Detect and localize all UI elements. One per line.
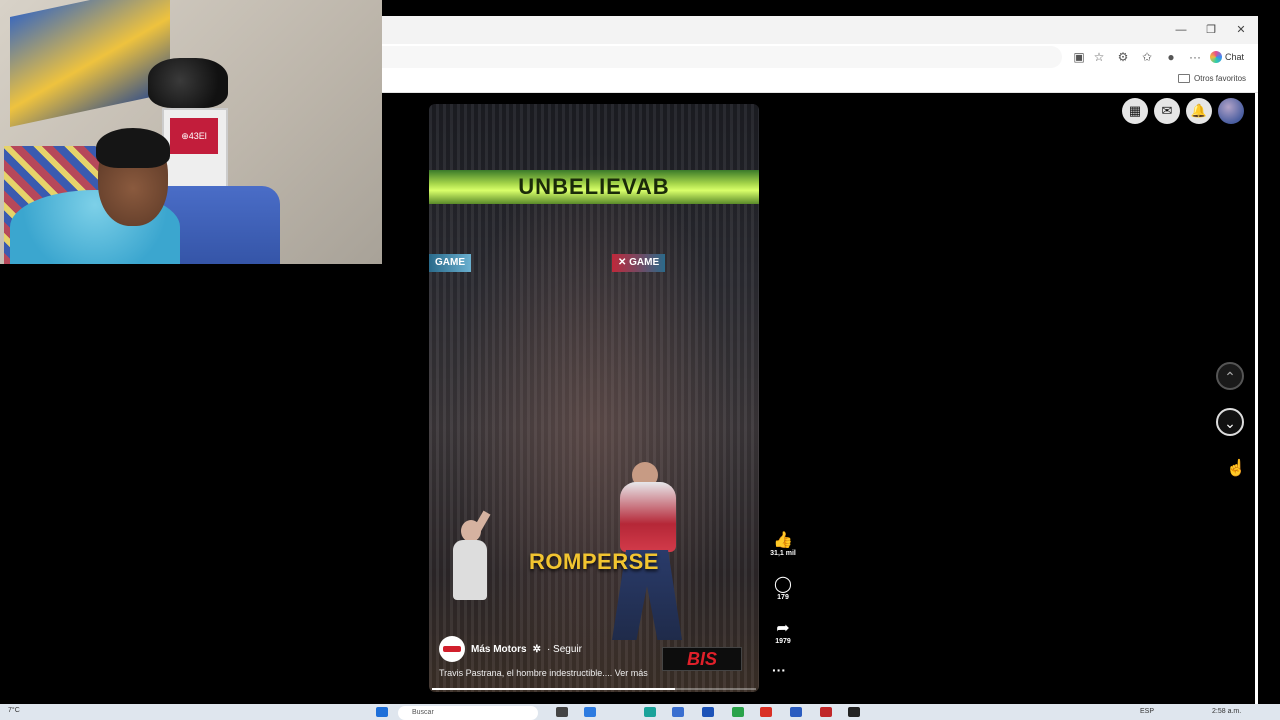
webcam-redbox: ⊕43El [170,118,218,154]
app-icon-7[interactable] [848,707,860,717]
description-text: Travis Pastrana, el hombre indestructibl… [439,668,613,678]
share-count: 1979 [775,638,791,645]
address-input[interactable] [382,46,1062,68]
like-button[interactable]: 👍 31,1 mil [768,532,798,557]
share-button[interactable]: ➦ 1979 [768,620,798,645]
webcam-helmet [148,58,228,108]
app-view-icon[interactable]: ▣ [1070,48,1088,66]
webcam-person-hair [96,128,170,168]
title-bar [382,16,1258,45]
edge-icon[interactable] [644,707,656,717]
profile-avatar[interactable] [1218,98,1244,124]
video-progress-fill [432,688,675,690]
see-more-link[interactable]: Ver más [615,668,648,678]
folder-icon [1178,74,1190,83]
reel-description: Travis Pastrana, el hombre indestructibl… [439,668,648,678]
thumbs-up-icon: 👍 [773,532,793,549]
arena-banner: UNBELIEVAB [429,170,759,204]
video-progress-bar[interactable] [432,688,756,690]
maximize-button[interactable]: ❐ [1196,16,1226,44]
profile-icon[interactable]: ● [1162,48,1180,66]
author-avatar[interactable] [439,636,465,662]
menu-grid-icon[interactable]: ▦ [1122,98,1148,124]
video-spectator [445,510,495,640]
favorites-icon[interactable]: ✩ [1138,48,1156,66]
more-options-button[interactable]: ··· [772,662,786,678]
favorites-bar [382,70,1258,93]
author-name[interactable]: Más Motors [471,644,527,655]
start-icon[interactable] [376,707,388,717]
next-reel-button[interactable]: ⌄ [1216,408,1244,436]
taskbar [0,704,1280,720]
copilot-icon [1210,51,1222,63]
comment-icon: ◯ [774,576,792,593]
chat-button[interactable]: Chat [1210,48,1244,66]
webcam-overlay: ⊕43El [0,0,382,264]
other-favorites-label: Otros favoritos [1194,74,1247,83]
task-view-icon[interactable] [556,707,568,717]
follow-link[interactable]: · Seguir [547,644,582,655]
video-caption: ROMPERSE [529,549,659,574]
scoreboard-left: GAME [429,254,471,272]
rider-jersey [620,482,676,552]
extensions-icon[interactable]: ⚙ [1114,48,1132,66]
clock[interactable]: 2:58 a.m. [1212,708,1241,715]
app-icon-4[interactable] [732,707,744,717]
messenger-icon[interactable]: ✉ [1154,98,1180,124]
hand-cursor-icon: ☝ [1226,460,1246,477]
previous-reel-button[interactable]: ⌃ [1216,362,1244,390]
chat-label: Chat [1225,52,1245,62]
spectator-head [461,520,481,542]
taskbar-search[interactable]: Buscar [398,706,538,720]
comment-button[interactable]: ◯ 179 [768,576,798,601]
channel-watermark: BIS [662,647,742,671]
more-menu-icon[interactable]: ··· [1186,48,1204,66]
weather-widget[interactable]: 7°C [8,707,20,714]
gmail-icon[interactable] [760,707,772,717]
app-icon-3[interactable] [702,707,714,717]
scoreboard-right: ✕ GAME [612,254,666,272]
app-icon-2[interactable] [672,707,684,717]
app-icon-1[interactable] [584,707,596,717]
close-button[interactable]: ✕ [1226,16,1256,44]
notifications-bell-icon[interactable]: 🔔 [1186,98,1212,124]
share-icon: ➦ [776,620,790,637]
app-icon-6[interactable] [820,707,832,717]
minimize-button[interactable]: — [1166,16,1196,44]
comment-count: 179 [777,594,789,601]
reel-author: Más Motors ✲ · Seguir [439,636,582,662]
app-icon-5[interactable] [790,707,802,717]
like-count: 31,1 mil [770,550,796,557]
language-indicator[interactable]: ESP [1140,708,1154,715]
other-favorites-folder[interactable]: Otros favoritos [1178,74,1246,83]
verified-icon: ✲ [532,643,541,655]
favorite-star-icon[interactable]: ☆ [1090,48,1108,66]
